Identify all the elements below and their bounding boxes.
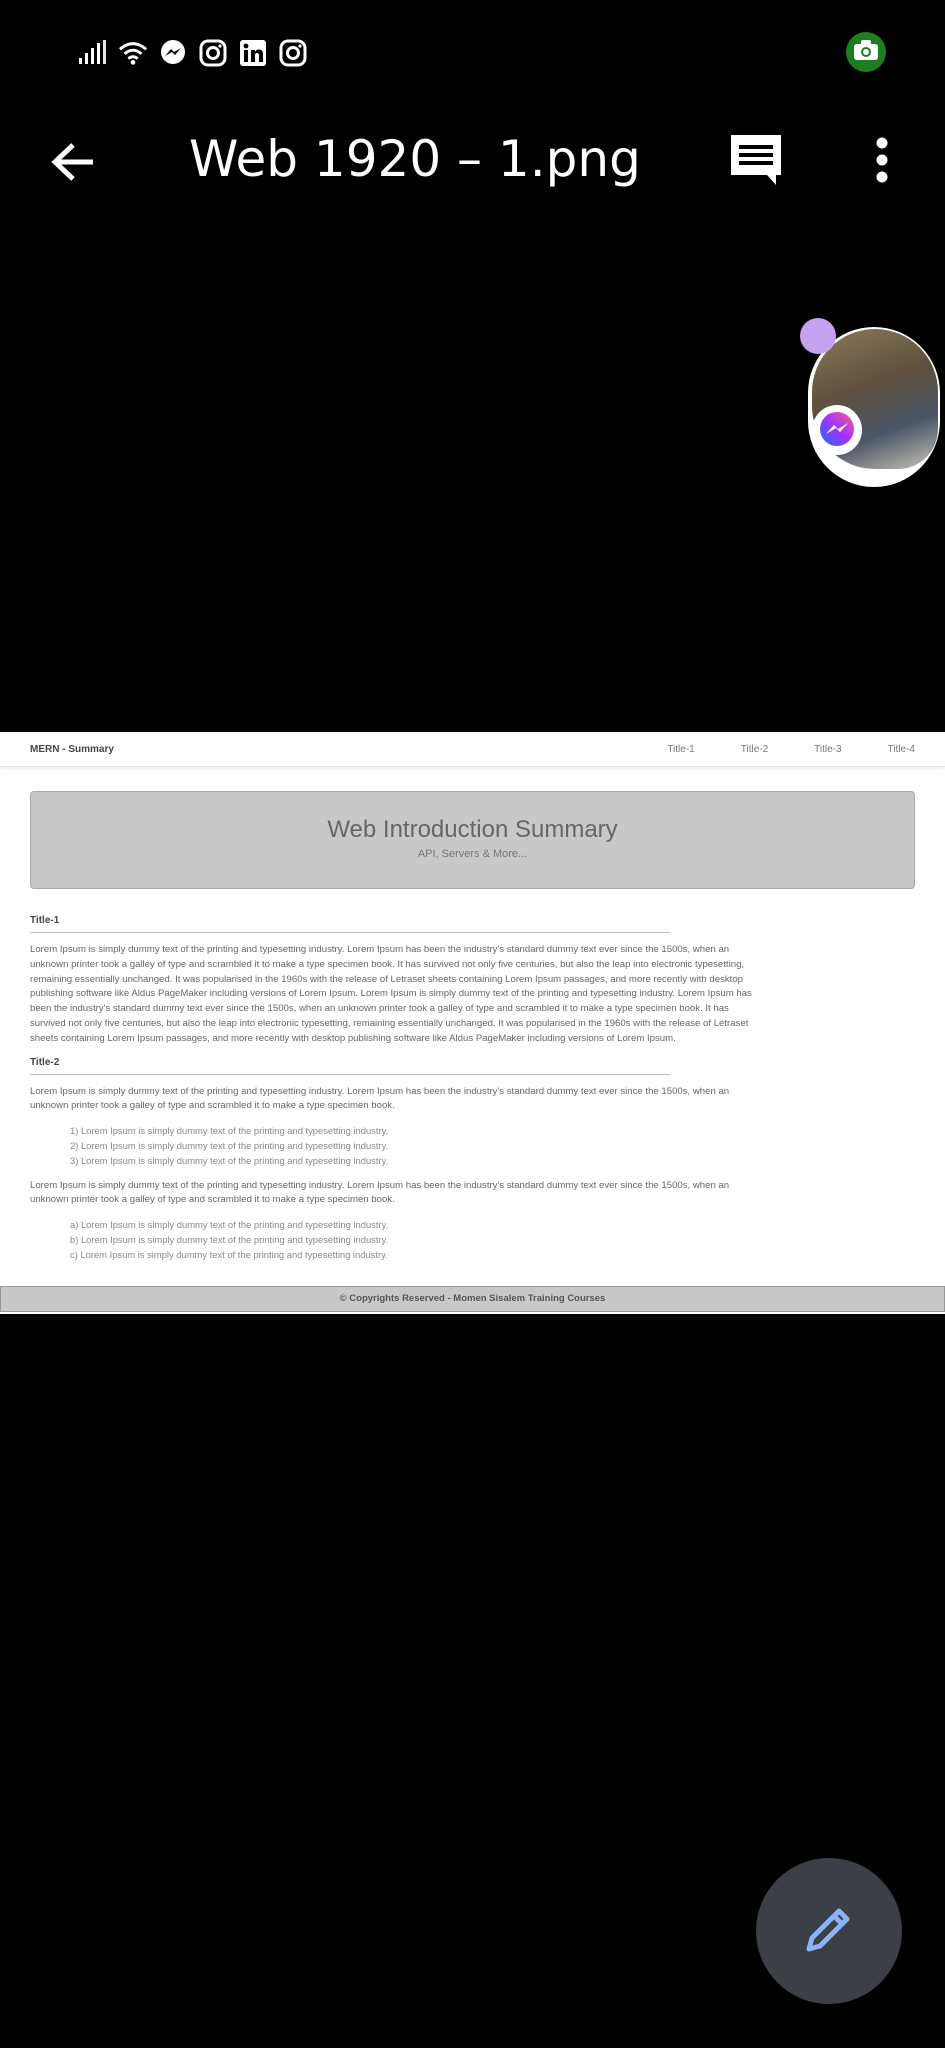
more-options-button[interactable] xyxy=(858,132,906,192)
doc-section-title: Title-1 xyxy=(30,915,670,933)
doc-paragraph: Lorem Ipsum is simply dummy text of the … xyxy=(30,1179,730,1206)
status-bar xyxy=(78,36,308,70)
page-title: Web 1920 – 1.png xyxy=(189,130,641,188)
list-item: 1) Lorem Ipsum is simply dummy text of t… xyxy=(70,1125,389,1137)
doc-footer: © Copyrights Reserved - Momen Sisalem Tr… xyxy=(0,1286,945,1312)
comment-icon xyxy=(728,132,784,193)
chat-head-dot xyxy=(800,318,836,354)
doc-brand: MERN - Summary xyxy=(30,743,114,755)
doc-navbar: MERN - Summary Title-1 Title-2 Title-3 T… xyxy=(0,732,945,767)
linkedin-icon xyxy=(238,38,268,68)
list-item: 2) Lorem Ipsum is simply dummy text of t… xyxy=(70,1139,389,1151)
instagram-icon xyxy=(198,38,228,68)
doc-nav-link: Title-2 xyxy=(740,743,769,755)
wifi-icon xyxy=(118,38,148,68)
messenger-icon xyxy=(158,38,188,68)
doc-paragraph: Lorem Ipsum is simply dummy text of the … xyxy=(30,944,752,1044)
doc-lettered-list: a) Lorem Ipsum is simply dummy text of t… xyxy=(30,1218,915,1262)
doc-numbered-list: 1) Lorem Ipsum is simply dummy text of t… xyxy=(30,1124,915,1168)
doc-nav-links: Title-1 Title-2 Title-3 Title-4 xyxy=(667,744,915,755)
doc-section-2: Title-2 Lorem Ipsum is simply dummy text… xyxy=(0,1057,945,1263)
doc-nav-link: Title-1 xyxy=(667,743,695,755)
doc-hero-subtitle: API, Servers & More... xyxy=(417,848,528,860)
messenger-icon xyxy=(812,405,862,455)
doc-hero: Web Introduction Summary API, Servers & … xyxy=(30,791,915,889)
edit-pencil-icon xyxy=(803,1903,855,1960)
doc-paragraph: Lorem Ipsum is simply dummy text of the … xyxy=(30,1085,730,1112)
more-vert-icon xyxy=(875,137,889,188)
comment-button[interactable] xyxy=(726,132,786,192)
document-image[interactable]: MERN - Summary Title-1 Title-2 Title-3 T… xyxy=(0,732,945,1314)
app-bar: Web 1920 – 1.png xyxy=(0,120,945,206)
list-item: b) Lorem Ipsum is simply dummy text of t… xyxy=(70,1233,389,1245)
signal-icon xyxy=(78,38,108,68)
list-item: a) Lorem Ipsum is simply dummy text of t… xyxy=(70,1219,389,1231)
back-button[interactable] xyxy=(44,134,104,194)
camera-icon xyxy=(853,39,879,66)
doc-section-title: Title-2 xyxy=(30,1057,670,1075)
list-item: c) Lorem Ipsum is simply dummy text of t… xyxy=(70,1248,388,1260)
arrow-back-icon xyxy=(51,142,97,187)
instagram-icon xyxy=(278,38,308,68)
screenshot-badge[interactable] xyxy=(846,32,886,72)
list-item: 3) Lorem Ipsum is simply dummy text of t… xyxy=(70,1154,389,1166)
doc-nav-link: Title-3 xyxy=(814,743,842,755)
doc-nav-link: Title-4 xyxy=(887,743,915,755)
messenger-chat-head[interactable] xyxy=(800,318,940,490)
doc-hero-title: Web Introduction Summary xyxy=(327,816,618,843)
doc-section-1: Title-1 Lorem Ipsum is simply dummy text… xyxy=(0,915,945,1047)
edit-button[interactable] xyxy=(756,1858,902,2004)
